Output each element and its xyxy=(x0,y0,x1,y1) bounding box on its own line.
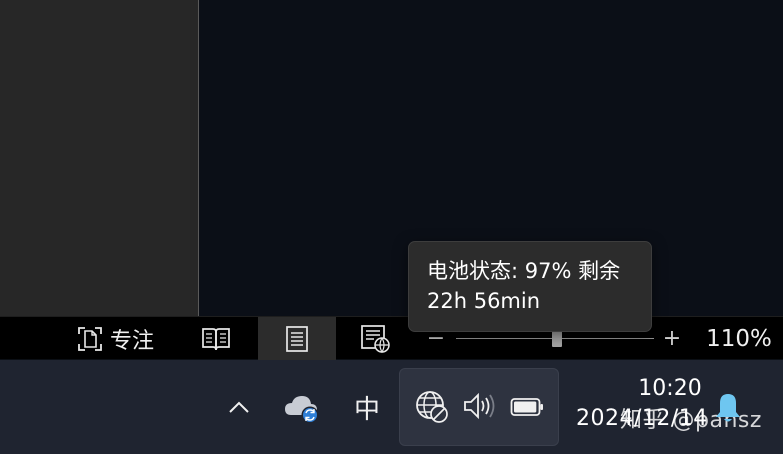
zoom-in-button[interactable]: + xyxy=(660,317,684,360)
status-bar: 专注 − + 110% xyxy=(0,316,783,360)
focus-mode-button[interactable]: 专注 xyxy=(70,317,160,360)
onedrive-sync-icon xyxy=(285,396,319,424)
battery-icon xyxy=(510,398,543,416)
input-method-button[interactable]: 中 xyxy=(346,386,388,428)
web-layout-icon xyxy=(361,324,390,353)
volume-icon xyxy=(464,392,495,420)
battery-status-tooltip: 电池状态: 97% 剩余 22h 56min xyxy=(408,241,652,332)
web-layout-button[interactable] xyxy=(356,317,396,360)
zoom-slider-thumb[interactable] xyxy=(552,331,562,347)
show-hidden-icons-button[interactable] xyxy=(222,390,256,424)
onedrive-button[interactable] xyxy=(282,388,324,428)
notification-bell-icon[interactable] xyxy=(714,392,742,424)
navigation-pane xyxy=(0,0,198,316)
read-mode-icon xyxy=(202,327,230,350)
quick-settings-button[interactable] xyxy=(399,368,559,446)
zoom-level[interactable]: 110% xyxy=(700,317,778,360)
focus-mode-label: 专注 xyxy=(109,328,154,354)
print-layout-icon xyxy=(286,325,308,352)
network-blocked-icon xyxy=(416,391,448,423)
focus-icon xyxy=(78,326,102,351)
print-layout-button[interactable] xyxy=(258,317,336,360)
battery-status-text: 电池状态: 97% 剩余 xyxy=(427,259,621,283)
chevron-up-icon xyxy=(229,401,249,413)
read-mode-button[interactable] xyxy=(198,317,234,360)
battery-remaining-time: 22h 56min xyxy=(427,289,541,313)
